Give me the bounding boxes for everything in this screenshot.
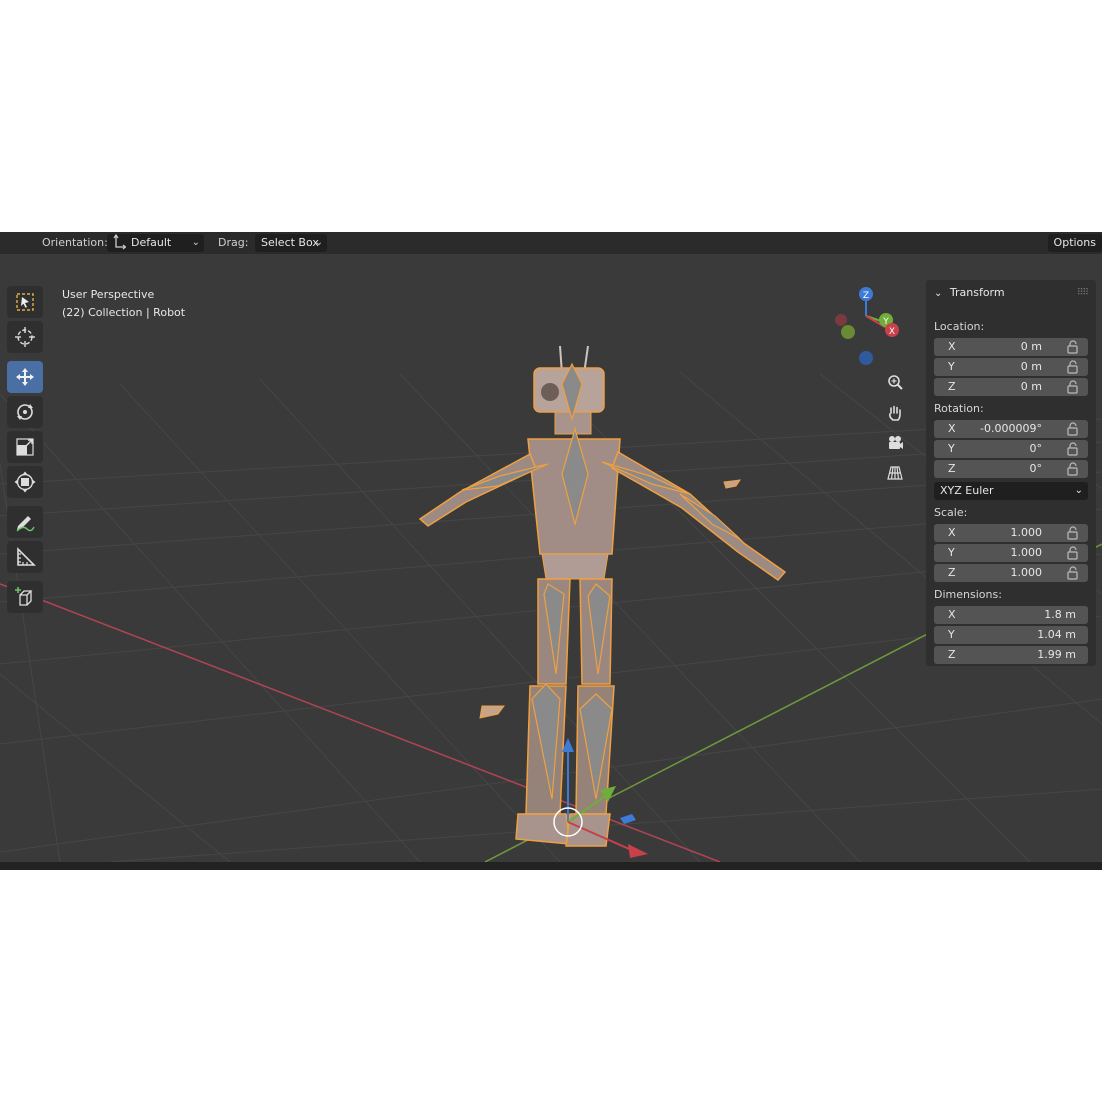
rotate-icon <box>17 404 33 420</box>
drag-value: Select Box <box>261 236 319 249</box>
svg-text:Y: Y <box>882 317 889 327</box>
view-name: User Perspective <box>62 288 155 301</box>
scale-label: Scale: <box>934 506 968 519</box>
lock-icon[interactable] <box>1066 442 1080 456</box>
chevron-down-icon: ⌄ <box>934 288 943 299</box>
move-tool[interactable] <box>7 361 43 393</box>
robot-model[interactable] <box>418 345 787 847</box>
drag-grip-icon[interactable]: ⠿⠿ <box>1077 288 1089 298</box>
rotation-mode-value: XYZ Euler <box>940 484 994 497</box>
camera-view-button[interactable] <box>882 430 908 456</box>
cursor-tool[interactable] <box>7 321 43 353</box>
rotate-tool[interactable] <box>7 396 43 428</box>
grid-perspective-icon <box>887 466 903 480</box>
rotation-z-field[interactable]: Z 0° <box>934 460 1088 478</box>
3d-viewport[interactable]: Z Y X User Perspective (22) Collection |… <box>0 254 1102 862</box>
hand-icon <box>889 405 901 421</box>
lock-icon[interactable] <box>1066 526 1080 540</box>
measure-tool[interactable] <box>7 541 43 573</box>
lock-icon[interactable] <box>1066 340 1080 354</box>
orientation-label: Orientation: <box>42 236 108 249</box>
add-cube-tool[interactable] <box>7 581 43 613</box>
ruler-icon <box>17 547 36 566</box>
select-box-tool[interactable] <box>7 286 43 318</box>
rotation-mode-dropdown[interactable]: XYZ Euler ⌄ <box>934 482 1088 500</box>
location-y-field[interactable]: Y0 m <box>934 358 1088 376</box>
options-button[interactable]: Options <box>1047 234 1102 252</box>
axis-navigation-gizmo[interactable]: Z Y X <box>835 287 899 365</box>
zoom-icon <box>888 375 903 390</box>
lock-icon[interactable] <box>1066 566 1080 580</box>
add-cube-icon <box>15 587 33 606</box>
lock-icon[interactable] <box>1066 546 1080 560</box>
perspective-toggle-button[interactable] <box>882 460 908 486</box>
lock-icon[interactable] <box>1066 360 1080 374</box>
zoom-button[interactable] <box>882 370 908 396</box>
scale-tool[interactable] <box>7 431 43 463</box>
transform-icon <box>14 471 36 493</box>
lock-icon[interactable] <box>1066 422 1080 436</box>
svg-text:X: X <box>889 327 895 337</box>
transform-tool[interactable] <box>7 466 43 498</box>
location-x-field[interactable]: X0 m <box>934 338 1088 356</box>
orientation-dropdown[interactable]: Default ⌄ <box>107 233 204 252</box>
blender-window: Orientation: Default ⌄ Drag: Select Box … <box>0 232 1102 870</box>
scale-icon <box>16 438 34 456</box>
drag-label: Drag: <box>218 236 249 249</box>
chevron-down-icon: ⌄ <box>1074 485 1083 496</box>
rotation-x-field[interactable]: X -0.000009° <box>934 420 1088 438</box>
scale-y-field[interactable]: Y 1.000 <box>934 544 1088 562</box>
collection-line: (22) Collection | Robot <box>62 306 186 319</box>
transform-panel: ⌄ Transform ⠿⠿ Location: X0 m Y0 m Z0 m … <box>926 280 1096 666</box>
transform-orientation-icon <box>112 233 127 256</box>
dimensions-z-field[interactable]: Z 1.99 m <box>934 646 1088 664</box>
svg-text:Z: Z <box>863 291 869 301</box>
move-icon <box>16 368 34 386</box>
drag-dropdown[interactable]: Select Box ⌄ <box>255 234 327 252</box>
lock-icon[interactable] <box>1066 380 1080 394</box>
annotate-pencil-icon <box>16 516 35 532</box>
lock-icon[interactable] <box>1066 462 1080 476</box>
chevron-down-icon: ⌄ <box>191 237 200 248</box>
select-box-icon <box>16 293 34 311</box>
transform-panel-header[interactable]: ⌄ Transform <box>934 286 1005 299</box>
chevron-down-icon: ⌄ <box>314 237 323 248</box>
orientation-value: Default <box>131 236 172 249</box>
dimensions-x-field[interactable]: X 1.8 m <box>934 606 1088 624</box>
tool-settings-bar: Orientation: Default ⌄ Drag: Select Box … <box>0 232 1102 254</box>
annotate-tool[interactable] <box>7 506 43 538</box>
pan-button[interactable] <box>882 400 908 426</box>
transform-title: Transform <box>949 286 1005 299</box>
rotation-y-field[interactable]: Y 0° <box>934 440 1088 458</box>
location-label: Location: <box>934 320 985 333</box>
location-z-field[interactable]: Z0 m <box>934 378 1088 396</box>
dimensions-y-field[interactable]: Y 1.04 m <box>934 626 1088 644</box>
rotation-label: Rotation: <box>934 402 984 415</box>
camera-icon <box>889 436 903 449</box>
cursor-icon <box>15 327 35 347</box>
scale-x-field[interactable]: X 1.000 <box>934 524 1088 542</box>
viewport-info: User Perspective (22) Collection | Robot <box>62 286 185 322</box>
scale-z-field[interactable]: Z 1.000 <box>934 564 1088 582</box>
status-bar <box>0 862 1102 870</box>
dimensions-label: Dimensions: <box>934 588 1002 601</box>
